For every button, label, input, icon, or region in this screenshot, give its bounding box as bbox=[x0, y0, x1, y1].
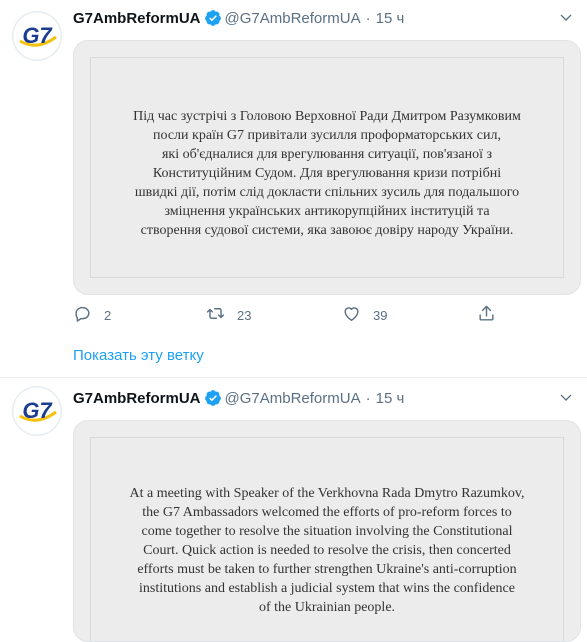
user-handle[interactable]: @G7AmbReformUA bbox=[225, 390, 361, 407]
like-count: 39 bbox=[373, 307, 388, 323]
show-thread-link[interactable]: Показать эту ветку bbox=[73, 347, 204, 364]
user-handle[interactable]: @G7AmbReformUA bbox=[225, 10, 361, 27]
tweet-image-card[interactable]: Під час зустрічі з Головою Верховної Рад… bbox=[73, 40, 581, 295]
retweet-button[interactable]: 23 bbox=[206, 303, 251, 327]
tweet-timestamp[interactable]: 15 ч bbox=[376, 390, 405, 407]
tweet-image-card[interactable]: At a meeting with Speaker of the Verkhov… bbox=[73, 420, 581, 642]
verified-badge-icon bbox=[204, 389, 222, 407]
svg-text:G7: G7 bbox=[22, 398, 53, 423]
show-thread-row[interactable]: Показать эту ветку bbox=[0, 338, 587, 378]
retweet-icon bbox=[206, 304, 225, 326]
tweet-header: G7AmbReformUA @G7AmbReformUA · 15 ч bbox=[73, 388, 404, 408]
chevron-down-icon[interactable] bbox=[555, 388, 577, 408]
display-name[interactable]: G7AmbReformUA bbox=[73, 390, 201, 407]
svg-text:G7: G7 bbox=[22, 23, 53, 48]
tweet-header: G7AmbReformUA @G7AmbReformUA · 15 ч bbox=[73, 8, 404, 28]
reply-icon bbox=[73, 304, 92, 326]
reply-count: 2 bbox=[104, 307, 112, 323]
image-text: Під час зустрічі з Головою Верховної Рад… bbox=[133, 109, 521, 238]
heart-icon bbox=[342, 304, 361, 326]
tweet[interactable]: G7 G7AmbReformUA @G7AmbReformUA · 15 ч П… bbox=[0, 0, 587, 338]
tweet[interactable]: G7 G7AmbReformUA @G7AmbReformUA · 15 ч A… bbox=[0, 378, 587, 642]
g7-logo-icon: G7 bbox=[12, 11, 62, 61]
separator-dot: · bbox=[365, 389, 371, 407]
avatar[interactable]: G7 bbox=[12, 386, 62, 436]
share-icon bbox=[477, 304, 496, 326]
tweet-actions: 2 23 39 bbox=[73, 303, 579, 327]
g7-logo-icon: G7 bbox=[12, 386, 62, 436]
display-name[interactable]: G7AmbReformUA bbox=[73, 10, 201, 27]
reply-button[interactable]: 2 bbox=[73, 303, 111, 327]
avatar[interactable]: G7 bbox=[12, 11, 62, 61]
image-text: At a meeting with Speaker of the Verkhov… bbox=[129, 486, 525, 615]
chevron-down-icon[interactable] bbox=[555, 8, 577, 28]
like-button[interactable]: 39 bbox=[342, 303, 387, 327]
separator-dot: · bbox=[365, 9, 371, 27]
tweet-timestamp[interactable]: 15 ч bbox=[376, 10, 405, 27]
share-button[interactable] bbox=[477, 303, 496, 327]
verified-badge-icon bbox=[204, 9, 222, 27]
retweet-count: 23 bbox=[237, 307, 252, 323]
